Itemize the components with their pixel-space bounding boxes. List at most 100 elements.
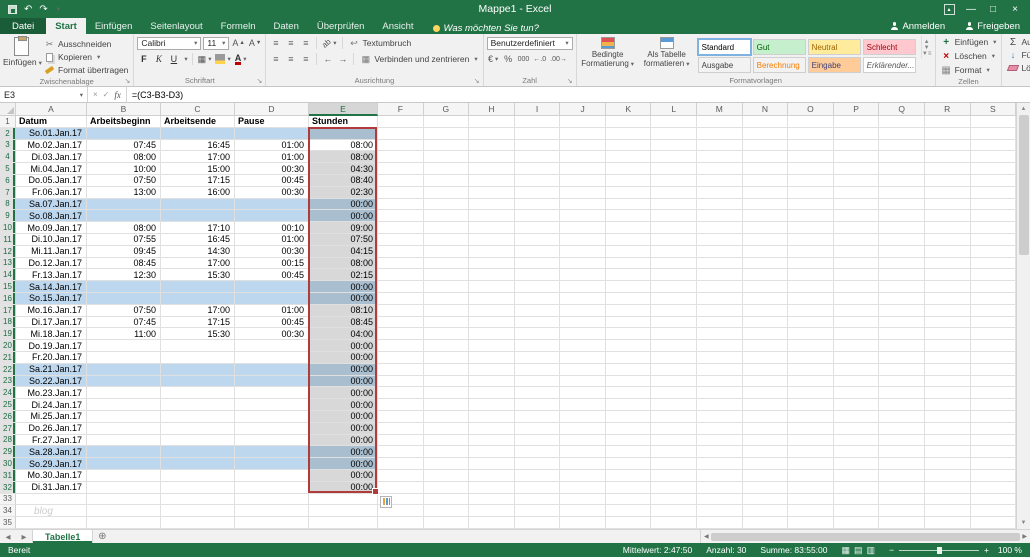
row-header-35[interactable]: 35 [0, 517, 16, 529]
cell-K30[interactable] [605, 458, 652, 470]
cell-L33[interactable] [651, 493, 698, 506]
cell-O25[interactable] [788, 399, 834, 411]
autosum-button[interactable]: ΣAutoSumme▾ [1005, 36, 1030, 48]
row-header-18[interactable]: 18 [0, 316, 16, 329]
cell-S5[interactable] [970, 163, 1016, 175]
cell-B14[interactable]: 12:30 [87, 269, 161, 282]
cell-I14[interactable] [514, 269, 561, 282]
sheet-tab-tabelle1[interactable]: Tabelle1 [32, 530, 94, 543]
cell-G10[interactable] [423, 222, 470, 234]
cell-A28[interactable]: Fr.27.Jan.17 [16, 434, 87, 447]
cell-E19[interactable]: 04:00 [309, 328, 378, 341]
cell-J19[interactable] [560, 328, 606, 341]
cell-G11[interactable] [423, 233, 470, 246]
cell-P16[interactable] [833, 292, 880, 305]
cell-L7[interactable] [651, 186, 698, 199]
cell-Q3[interactable] [879, 139, 925, 152]
row-header-19[interactable]: 19 [0, 328, 16, 341]
cell-S16[interactable] [970, 292, 1016, 305]
cell-M25[interactable] [697, 399, 743, 411]
cell-L35[interactable] [651, 517, 698, 529]
cell-I28[interactable] [514, 434, 561, 447]
cell-F23[interactable] [378, 375, 424, 388]
cell-N30[interactable] [742, 458, 789, 470]
cell-S24[interactable] [970, 387, 1016, 400]
cell-J15[interactable] [560, 281, 606, 293]
cell-H30[interactable] [469, 458, 515, 470]
cell-D11[interactable]: 01:00 [235, 233, 309, 246]
cell-K13[interactable] [605, 257, 652, 270]
cell-F18[interactable] [378, 316, 424, 329]
cell-B30[interactable] [87, 458, 161, 470]
row-header-1[interactable]: 1 [0, 116, 16, 128]
cell-F8[interactable] [378, 198, 424, 211]
cell-F20[interactable] [378, 340, 424, 352]
view-page-layout-icon[interactable]: ▤ [854, 545, 863, 556]
cell-K15[interactable] [605, 281, 652, 293]
cell-G1[interactable] [423, 116, 470, 128]
cell-B22[interactable] [87, 363, 161, 376]
cell-O7[interactable] [788, 186, 834, 199]
cell-H8[interactable] [469, 198, 515, 211]
cell-P27[interactable] [833, 422, 880, 435]
cell-D20[interactable] [235, 340, 309, 352]
column-header-P[interactable]: P [833, 103, 880, 116]
cell-H13[interactable] [469, 257, 515, 270]
column-header-B[interactable]: B [87, 103, 161, 116]
cell-B5[interactable]: 10:00 [87, 163, 161, 175]
cell-O21[interactable] [788, 351, 834, 364]
cell-E4[interactable]: 08:00 [309, 151, 378, 164]
cell-O15[interactable] [788, 281, 834, 293]
select-all-button[interactable] [0, 103, 16, 116]
tab-einfuegen[interactable]: Einfügen [86, 18, 142, 34]
cell-O9[interactable] [788, 210, 834, 223]
cell-P5[interactable] [833, 163, 880, 175]
column-header-A[interactable]: A [16, 103, 87, 116]
cell-A25[interactable]: Di.24.Jan.17 [16, 399, 87, 411]
formula-input[interactable]: =(C3-B3-D3) [126, 87, 1030, 102]
cell-I26[interactable] [514, 410, 561, 423]
cell-R24[interactable] [924, 387, 971, 400]
cell-D15[interactable] [235, 281, 309, 293]
cell-M21[interactable] [697, 351, 743, 364]
cell-R12[interactable] [924, 245, 971, 258]
cell-A7[interactable]: Fr.06.Jan.17 [16, 186, 87, 199]
decrease-decimal-button[interactable]: .00→ [549, 53, 568, 66]
cell-E13[interactable]: 08:00 [309, 257, 378, 270]
format-painter-button[interactable]: Format übertragen [42, 64, 130, 76]
orientation-button[interactable]: ab ▾ [320, 37, 337, 50]
cell-Q18[interactable] [879, 316, 925, 329]
cell-Q25[interactable] [879, 399, 925, 411]
cell-M29[interactable] [697, 446, 743, 459]
cell-B23[interactable] [87, 375, 161, 388]
cell-K28[interactable] [605, 434, 652, 447]
cell-R20[interactable] [924, 340, 971, 352]
cell-R28[interactable] [924, 434, 971, 447]
cell-M6[interactable] [697, 174, 743, 187]
increase-decimal-button[interactable]: ←.0 [532, 53, 547, 66]
cell-C3[interactable]: 16:45 [161, 139, 235, 152]
cell-P18[interactable] [833, 316, 880, 329]
cell-E21[interactable]: 00:00 [309, 351, 378, 364]
cell-R3[interactable] [924, 139, 971, 152]
cell-C11[interactable]: 16:45 [161, 233, 235, 246]
cell-B25[interactable] [87, 399, 161, 411]
cell-I20[interactable] [514, 340, 561, 352]
column-header-C[interactable]: C [161, 103, 235, 116]
cell-Q22[interactable] [879, 363, 925, 376]
cell-C4[interactable]: 17:00 [161, 151, 235, 164]
cell-R31[interactable] [924, 469, 971, 482]
cell-R26[interactable] [924, 410, 971, 423]
cell-P34[interactable] [833, 505, 880, 518]
cell-D26[interactable] [235, 410, 309, 423]
row-header-25[interactable]: 25 [0, 399, 16, 411]
cell-C8[interactable] [161, 198, 235, 211]
cell-A24[interactable]: Mo.23.Jan.17 [16, 387, 87, 400]
cell-P30[interactable] [833, 458, 880, 470]
align-right-button[interactable]: ≡ [299, 53, 312, 66]
cell-J27[interactable] [560, 422, 606, 435]
cell-B27[interactable] [87, 422, 161, 435]
shrink-font-button[interactable]: A ▼ [248, 37, 262, 50]
cell-M23[interactable] [697, 375, 743, 388]
cell-I18[interactable] [514, 316, 561, 329]
